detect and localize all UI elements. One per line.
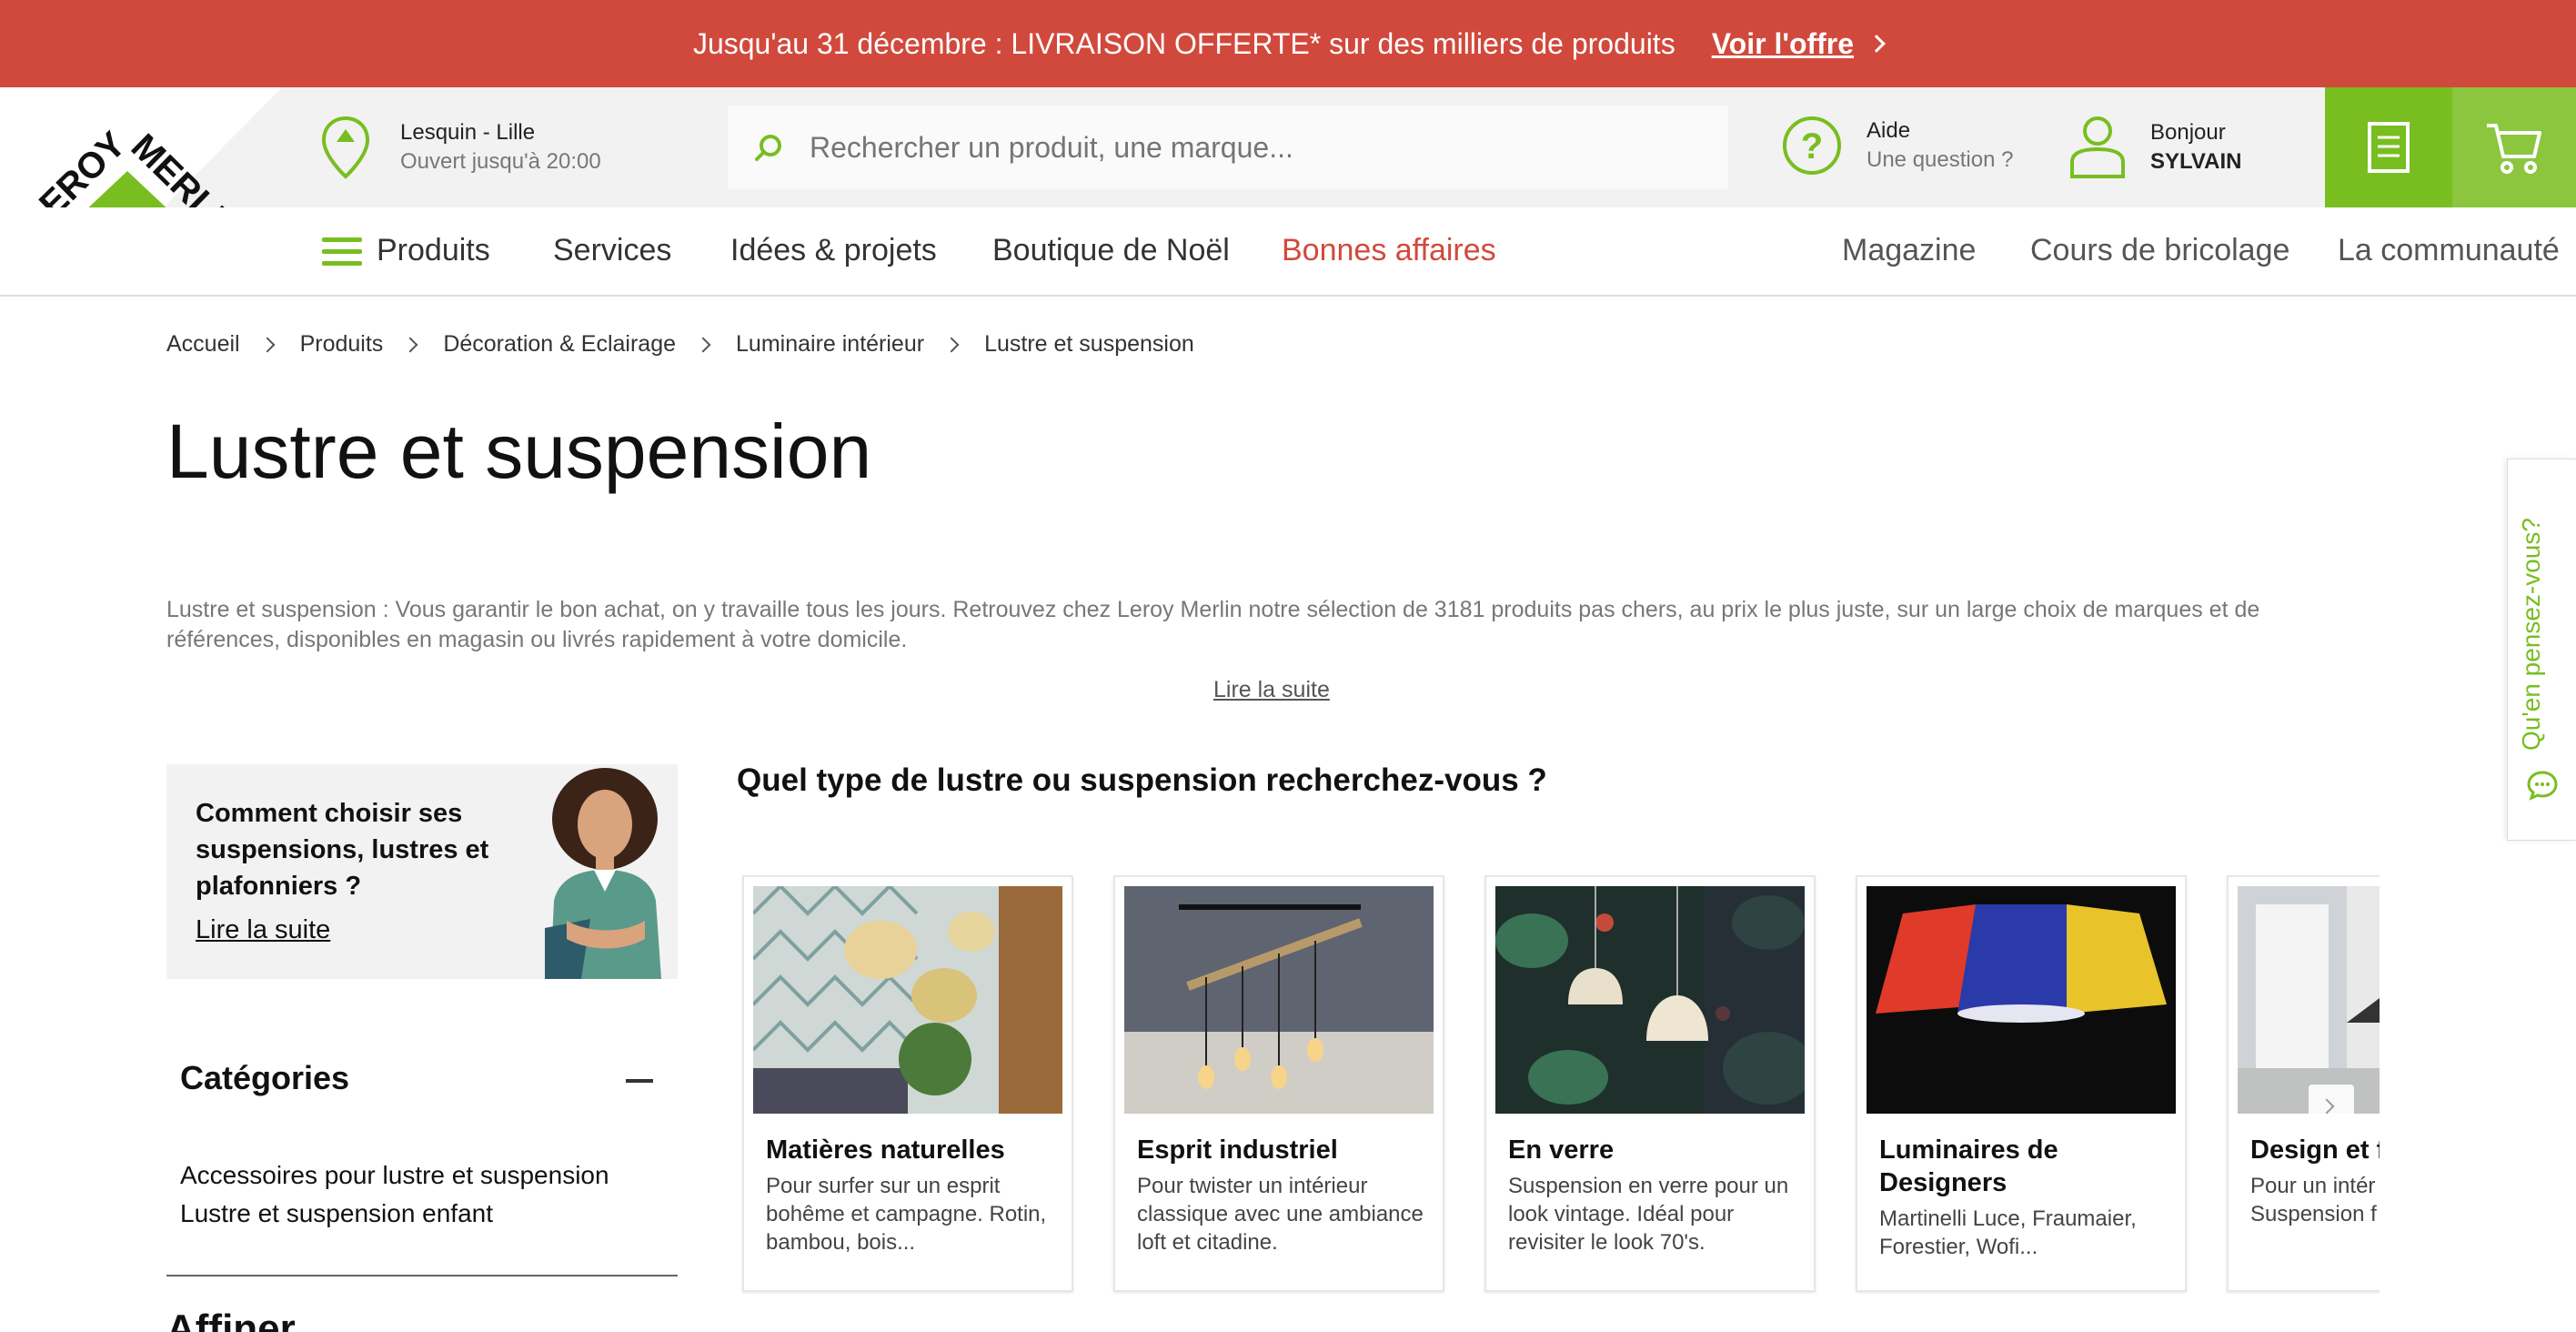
search-bar[interactable] xyxy=(728,106,1728,189)
user-icon xyxy=(2070,116,2125,178)
store-selector[interactable]: Lesquin - Lille Ouvert jusqu'à 20:00 xyxy=(320,115,601,180)
account-link[interactable]: Bonjour SYLVAIN xyxy=(2068,115,2241,180)
question-circle-icon: ? xyxy=(1783,116,1841,175)
nav-services[interactable]: Services xyxy=(553,233,671,268)
nav-courses[interactable]: Cours de bricolage xyxy=(2030,233,2289,268)
nav-products[interactable]: Produits xyxy=(377,233,490,268)
card-description: Pour un intér moderne voi Suspension f xyxy=(2250,1174,2380,1226)
promo-offer-label: Voir l'offre xyxy=(1711,26,1855,60)
chevron-right-icon xyxy=(695,337,711,352)
type-card[interactable]: Esprit industriel Pour twister un intéri… xyxy=(1113,875,1444,1292)
main-nav: Produits Services Idées & projets Boutiq… xyxy=(0,207,2576,297)
card-image-natural xyxy=(753,886,1062,1114)
nav-magazine[interactable]: Magazine xyxy=(1842,233,1976,268)
guide-text: Comment choisir ses suspensions, lustres… xyxy=(196,799,489,901)
type-card[interactable]: Matières naturelles Pour surfer sur un e… xyxy=(742,875,1073,1292)
breadcrumb-item[interactable]: Produits xyxy=(300,331,384,358)
nav-ideas[interactable]: Idées & projets xyxy=(730,233,937,268)
location-pin-icon xyxy=(321,116,370,179)
divider xyxy=(166,1275,678,1276)
card-description: Pour surfer sur un esprit bohême et camp… xyxy=(766,1174,1047,1255)
card-image-design xyxy=(2238,886,2380,1114)
help-link[interactable]: ? Aide Une question ? xyxy=(1781,115,2013,177)
card-image-industrial xyxy=(1124,886,1434,1114)
chevron-right-icon xyxy=(1867,35,1886,53)
shopping-list-button[interactable] xyxy=(2325,87,2452,207)
cart-button[interactable] xyxy=(2452,87,2576,207)
card-title: En verre xyxy=(1508,1135,1615,1165)
breadcrumb-item[interactable]: Décoration & Eclairage xyxy=(443,331,676,358)
card-title: Matières naturelles xyxy=(766,1135,1005,1165)
category-item[interactable]: Lustre et suspension enfant xyxy=(180,1199,493,1228)
card-title: Luminaires de Designers xyxy=(1879,1135,2058,1197)
type-card[interactable]: En verre Suspension en verre pour un loo… xyxy=(1484,875,1816,1292)
feedback-tab[interactable]: Qu'en pensez-vous? xyxy=(2507,459,2576,841)
type-card[interactable]: Luminaires de Designers Martinelli Luce,… xyxy=(1856,875,2187,1292)
search-input[interactable] xyxy=(810,130,1701,165)
page-description: Lustre et suspension : Vous garantir le … xyxy=(166,597,2260,652)
page-title: Lustre et suspension xyxy=(166,409,872,494)
category-item[interactable]: Accessoires pour lustre et suspension xyxy=(180,1161,609,1190)
type-card[interactable]: Design et f Pour un intér moderne voi Su… xyxy=(2227,875,2380,1292)
help-subtitle: Une question ? xyxy=(1867,147,2014,172)
collapse-icon[interactable] xyxy=(626,1079,653,1083)
nav-deals[interactable]: Bonnes affaires xyxy=(1282,233,1496,268)
cart-icon xyxy=(2487,124,2541,174)
account-greeting: Bonjour xyxy=(2150,120,2226,145)
card-description: Suspension en verre pour un look vintage… xyxy=(1508,1174,1789,1255)
help-title: Aide xyxy=(1867,118,1911,143)
search-icon xyxy=(755,135,781,161)
chat-bubble-icon xyxy=(2527,771,2558,801)
account-name: SYLVAIN xyxy=(2150,149,2242,174)
advisor-illustration xyxy=(545,768,661,979)
breadcrumb-item[interactable]: Accueil xyxy=(166,331,240,358)
refine-title: Affiner xyxy=(166,1307,296,1332)
carousel-next-button[interactable] xyxy=(2309,1085,2354,1130)
breadcrumb: Accueil Produits Décoration & Eclairage … xyxy=(166,331,1194,358)
list-icon xyxy=(2368,122,2410,173)
chevron-right-icon xyxy=(402,337,418,352)
chevron-right-icon xyxy=(259,337,276,352)
card-title: Design et f xyxy=(2250,1135,2380,1165)
types-carousel: Matières naturelles Pour surfer sur un e… xyxy=(737,875,2380,1294)
feedback-label: Qu'en pensez-vous? xyxy=(2517,518,2545,751)
buying-guide-card[interactable]: Comment choisir ses suspensions, lustres… xyxy=(166,764,678,979)
promo-banner: Jusqu'au 31 décembre : LIVRAISON OFFERTE… xyxy=(0,0,2576,87)
card-description: Martinelli Luce, Fraumaier, Forestier, W… xyxy=(1879,1206,2137,1259)
card-description: Pour twister un intérieur classique avec… xyxy=(1137,1174,1424,1255)
svg-text:?: ? xyxy=(1801,126,1823,166)
card-image-glass xyxy=(1495,886,1805,1114)
menu-icon[interactable] xyxy=(322,237,362,267)
card-title: Esprit industriel xyxy=(1137,1135,1338,1165)
read-more-link[interactable]: Lire la suite xyxy=(1213,677,1330,703)
promo-offer-link[interactable]: Voir l'offre xyxy=(1711,26,1886,61)
store-name: Lesquin - Lille xyxy=(400,120,536,145)
chevron-right-icon xyxy=(2319,1098,2335,1115)
store-hours: Ouvert jusqu'à 20:00 xyxy=(400,149,601,174)
nav-community[interactable]: La communauté xyxy=(2338,233,2560,268)
types-title: Quel type de lustre ou suspension recher… xyxy=(737,762,1547,798)
guide-read-more-link[interactable]: Lire la suite xyxy=(196,915,330,945)
card-image-designers xyxy=(1867,886,2176,1114)
breadcrumb-item[interactable]: Luminaire intérieur xyxy=(736,331,924,358)
chevron-right-icon xyxy=(943,337,960,352)
categories-title: Catégories xyxy=(180,1059,350,1096)
nav-christmas[interactable]: Boutique de Noël xyxy=(992,233,1230,268)
breadcrumb-current: Lustre et suspension xyxy=(984,331,1194,357)
promo-text: Jusqu'au 31 décembre : LIVRAISON OFFERTE… xyxy=(692,26,1675,60)
